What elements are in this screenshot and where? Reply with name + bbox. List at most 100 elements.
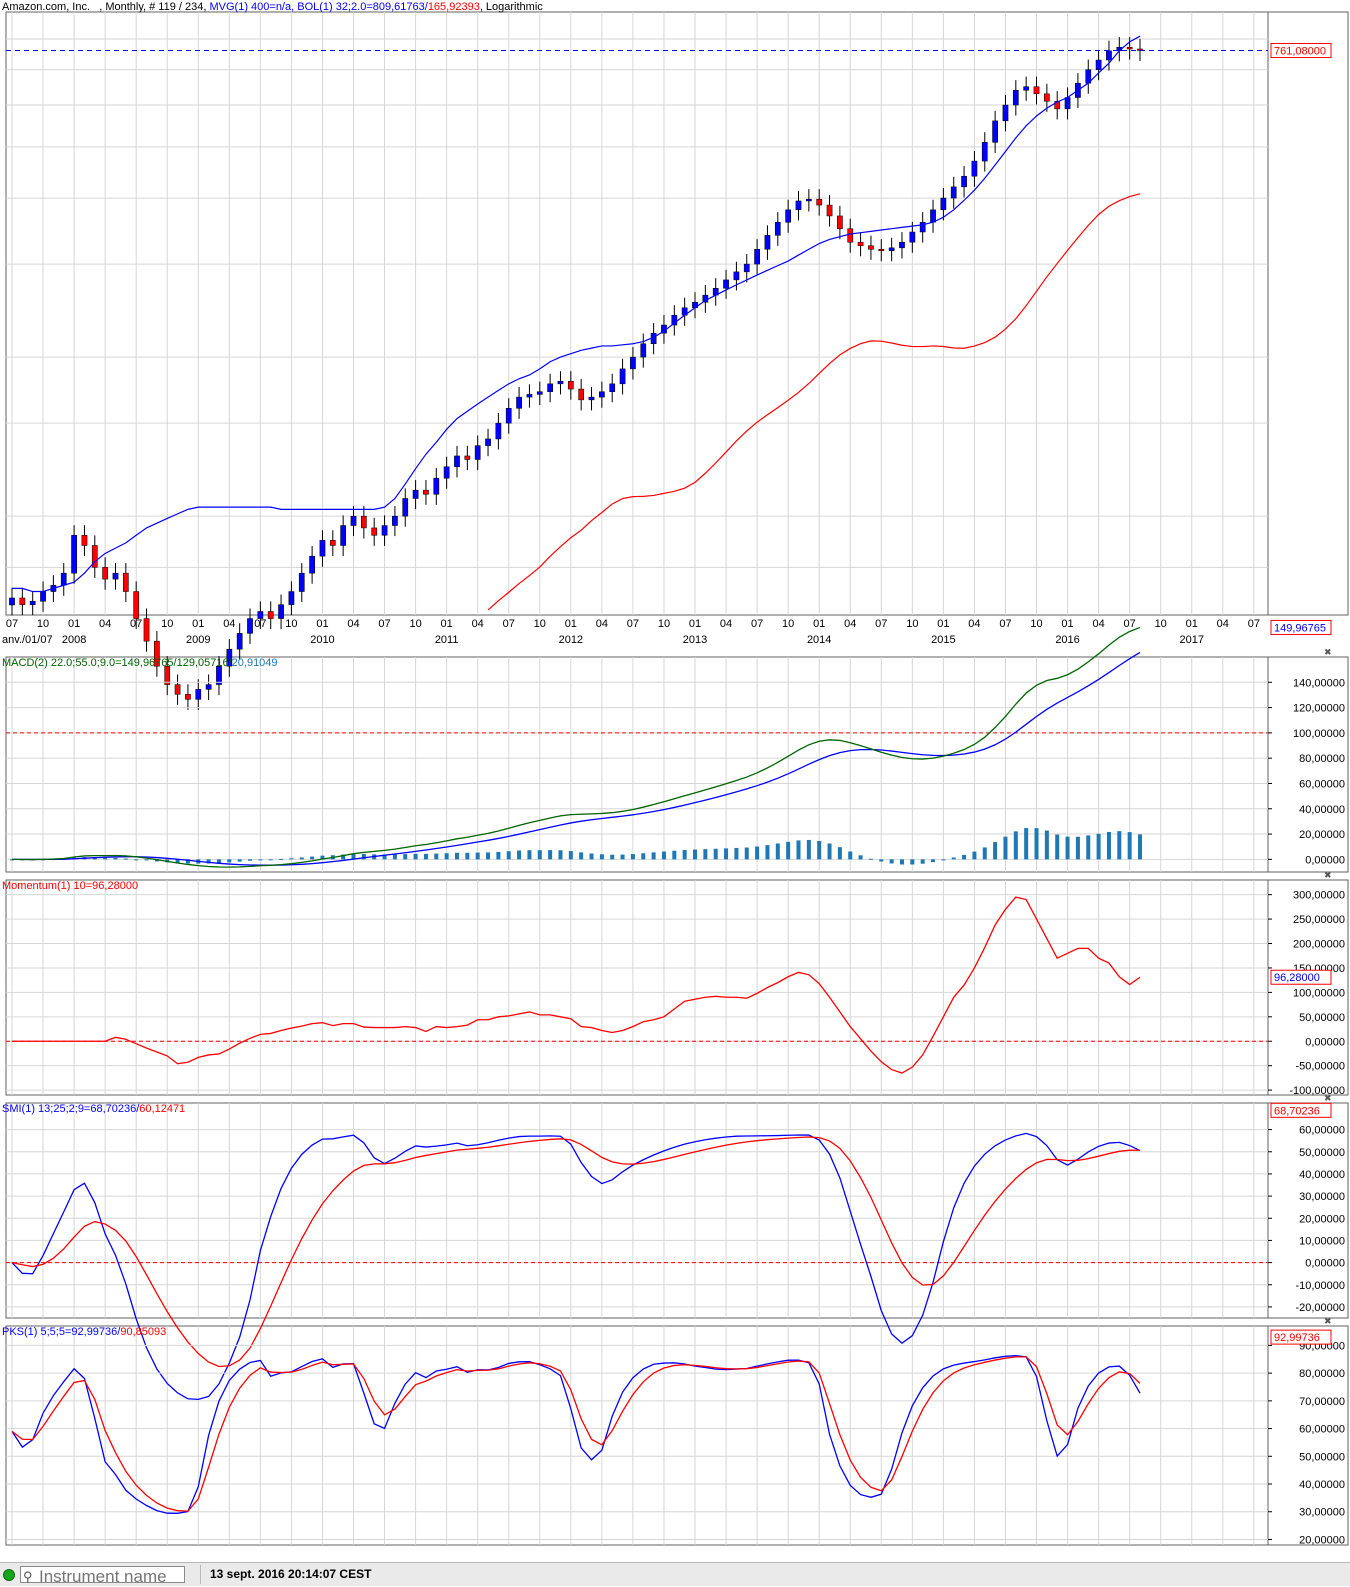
candle-up <box>9 597 15 606</box>
x-year-label: 2011 <box>435 634 459 646</box>
macd-histogram-bar <box>558 850 563 860</box>
y-tick-label: -20,00000 <box>1295 1302 1345 1314</box>
macd-histogram-bar <box>837 847 842 860</box>
instrument-search-input[interactable] <box>39 1567 179 1587</box>
candle-up <box>940 197 947 211</box>
macd-histogram-bar <box>465 852 470 860</box>
macd-histogram-bar <box>630 854 635 860</box>
candle-down <box>122 572 129 592</box>
candle-up <box>961 175 967 188</box>
x-tick-label: 10 <box>906 618 918 630</box>
x-tick-label: 04 <box>223 618 235 630</box>
macd-histogram-bar <box>796 840 801 860</box>
candle-up <box>785 209 791 223</box>
macd-histogram-bar <box>434 853 439 860</box>
macd-histogram-bar <box>889 859 894 864</box>
momentum-panel-header: Momentum(1) 10=96,28000 <box>2 880 138 892</box>
macd-histogram-bar <box>931 859 936 863</box>
macd-histogram-bar <box>620 854 625 860</box>
status-bar: ⚲ 13 sept. 2016 20:14:07 CEST <box>0 1562 1350 1587</box>
bol-upper-label: BOL(1) 32;2.0=809,61763/ <box>297 1 428 13</box>
candle-down <box>567 381 574 390</box>
y-tick-label: 20,00000 <box>1299 1534 1345 1546</box>
x-year-label: 2009 <box>186 634 210 646</box>
macd-histogram-bar <box>703 849 708 860</box>
last-value-label: 96,28000 <box>1274 972 1320 984</box>
x-tick-label: 10 <box>285 618 297 630</box>
y-tick-label: 20,00000 <box>1299 1213 1345 1225</box>
macd-histogram-bar <box>227 859 232 863</box>
x-tick-label: 10 <box>409 618 421 630</box>
instrument-search[interactable]: ⚲ <box>20 1566 185 1587</box>
x-tick-label: 01 <box>68 618 80 630</box>
y-tick-label: 20,00000 <box>1299 829 1345 841</box>
macd-histogram-bar <box>454 852 459 860</box>
macd-histogram-bar <box>827 843 832 860</box>
macd-histogram-bar <box>527 850 532 860</box>
x-tick-label: 10 <box>37 618 49 630</box>
macd-histogram-bar <box>879 859 884 862</box>
macd-histogram-bar <box>506 851 511 860</box>
macd-histogram-bar <box>962 854 967 860</box>
macd-histogram-bar <box>734 847 739 860</box>
macd-histogram-bar <box>775 843 780 860</box>
macd-histogram-bar <box>1127 832 1132 860</box>
y-tick-label: 200,00000 <box>1293 939 1345 951</box>
smi-label: SMI(1) 13;25;2;9=68,70236/ <box>2 1103 140 1115</box>
x-year-label: 2010 <box>310 634 334 646</box>
y-tick-label: 100,00000 <box>1293 987 1345 999</box>
macd-histogram-bar <box>589 853 594 860</box>
y-tick-label: 60,00000 <box>1299 778 1345 790</box>
candle-up <box>319 540 326 557</box>
y-tick-label: 300,00000 <box>1293 890 1345 902</box>
x-tick-label: 07 <box>503 618 515 630</box>
candle-up <box>1106 50 1112 61</box>
macd-histogram-bar <box>1138 834 1142 860</box>
last-value-label: 149,96765 <box>1274 622 1326 634</box>
pks-panel-header: PKS(1) 5;5;5=92,99736/90,85093 <box>2 1326 166 1338</box>
candle-up <box>619 368 626 385</box>
candle-up <box>526 394 533 398</box>
candle-up <box>930 209 936 223</box>
x-tick-label: 10 <box>161 618 173 630</box>
y-tick-label: 50,00000 <box>1299 1451 1345 1463</box>
x-tick-label: 10 <box>1030 618 1042 630</box>
candle-up <box>195 689 202 700</box>
macd-histogram-bar <box>413 853 418 860</box>
y-tick-label: -10,00000 <box>1295 1280 1345 1292</box>
y-tick-label: 40,00000 <box>1299 804 1345 816</box>
y-tick-label: 250,00000 <box>1293 914 1345 926</box>
macd-histogram-bar <box>548 850 553 860</box>
macd-histogram-bar <box>899 859 904 865</box>
smi-panel-header: SMI(1) 13;25;2;9=68,70236/60,12471 <box>2 1103 185 1115</box>
y-tick-label: 60,00000 <box>1299 1125 1345 1137</box>
x-tick-label: 01 <box>316 618 328 630</box>
macd-histogram-bar <box>268 859 273 861</box>
candle-up <box>443 466 450 479</box>
candle-down <box>816 198 823 206</box>
x-tick-label: 04 <box>968 618 980 630</box>
x-tick-label: 04 <box>1092 618 1104 630</box>
candle-up <box>288 591 295 605</box>
macd-histogram-bar <box>103 857 108 860</box>
y-tick-label: 30,00000 <box>1299 1507 1345 1519</box>
x-tick-label: 07 <box>6 618 18 630</box>
candle-up <box>888 247 895 251</box>
candle-down <box>837 215 843 229</box>
x-tick-label: 07 <box>378 618 390 630</box>
y-tick-label: 80,00000 <box>1299 1368 1345 1380</box>
macd-panel-header: MACD(2) 22.0;55.0;9.0=149,96765/129,0571… <box>2 657 278 669</box>
candle-up <box>805 198 812 202</box>
candle-up <box>1064 97 1071 110</box>
macd-histogram-bar <box>1065 836 1070 860</box>
macd-histogram-bar <box>113 857 118 860</box>
candle-up <box>795 200 802 211</box>
candle-down <box>826 204 833 217</box>
last-value-label: 92,99736 <box>1274 1332 1320 1344</box>
macd-histogram-bar <box>310 856 315 860</box>
macd-histogram-bar <box>920 859 925 864</box>
macd-histogram-bar <box>248 859 253 861</box>
macd-histogram-bar <box>817 840 822 860</box>
panel-frame-mom <box>5 879 1269 1096</box>
candle-down <box>361 515 367 529</box>
